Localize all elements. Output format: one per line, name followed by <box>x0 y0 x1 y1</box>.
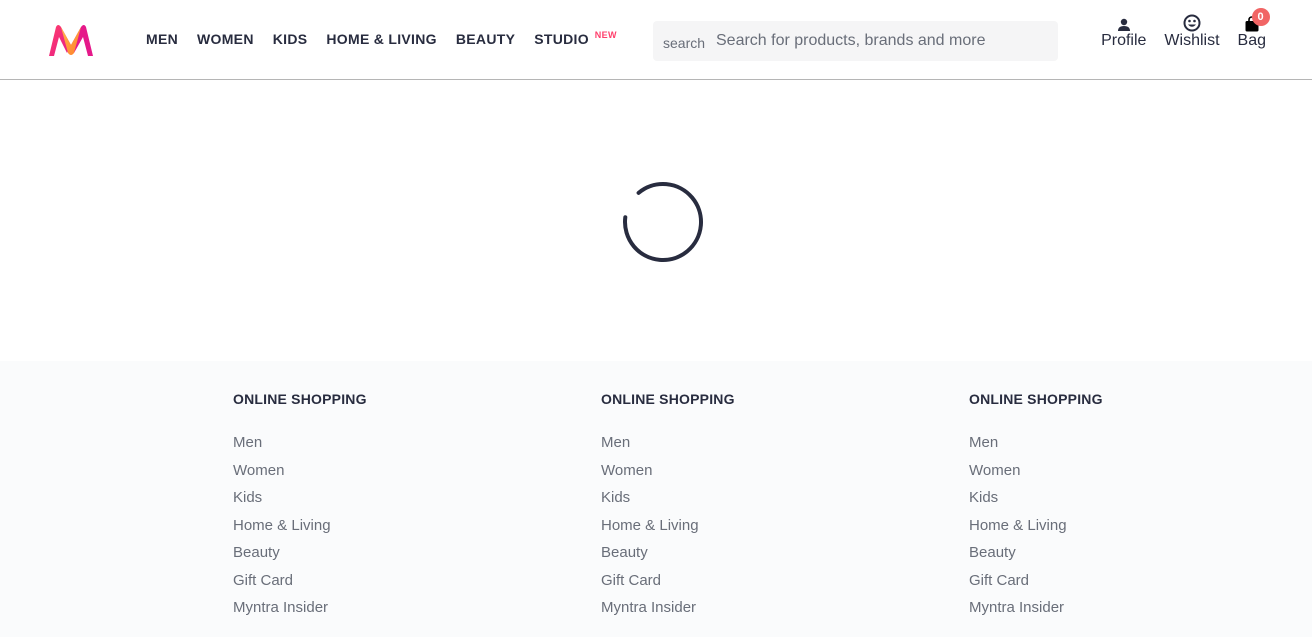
bag-button[interactable]: 0 Bag <box>1237 8 1270 50</box>
nav-men-label: MEN <box>146 31 179 47</box>
footer-link-kids[interactable]: Kids <box>233 489 367 517</box>
footer-link-list: Men Women Kids Home & Living Beauty Gift… <box>601 434 735 627</box>
footer-link-kids[interactable]: Kids <box>969 489 1103 517</box>
loading-spinner-icon <box>623 182 703 262</box>
bag-count-badge: 0 <box>1251 8 1270 26</box>
footer-link-men[interactable]: Men <box>233 434 367 462</box>
new-badge: NEW <box>594 30 617 40</box>
nav-men[interactable]: MEN <box>146 0 178 80</box>
footer-link-women[interactable]: Women <box>601 462 735 490</box>
footer-link-gift-card[interactable]: Gift Card <box>601 572 735 600</box>
footer-link-myntra-insider[interactable]: Myntra Insider <box>969 599 1103 627</box>
footer-link-gift-card[interactable]: Gift Card <box>969 572 1103 600</box>
footer-column-title: ONLINE SHOPPING <box>969 391 1103 407</box>
footer-link-women[interactable]: Women <box>233 462 367 490</box>
search-icon[interactable]: search <box>663 35 715 51</box>
footer-link-home-living[interactable]: Home & Living <box>233 517 367 545</box>
wishlist-button[interactable]: Wishlist <box>1164 10 1220 50</box>
footer-link-list: Men Women Kids Home & Living Beauty Gift… <box>233 434 367 627</box>
nav-studio[interactable]: STUDIO NEW <box>534 0 616 80</box>
nav-kids-label: KIDS <box>272 31 308 47</box>
footer-link-myntra-insider[interactable]: Myntra Insider <box>601 599 735 627</box>
footer-link-list: Men Women Kids Home & Living Beauty Gift… <box>969 434 1103 627</box>
site-header: MEN WOMEN KIDS HOME & LIVING BEAUTY STUD… <box>0 0 1312 80</box>
footer-link-beauty[interactable]: Beauty <box>601 544 735 572</box>
nav-studio-label: STUDIO <box>534 31 589 47</box>
footer-column: ONLINE SHOPPING Men Women Kids Home & Li… <box>233 391 367 627</box>
search-bar[interactable]: search <box>653 21 1058 61</box>
footer-link-men[interactable]: Men <box>601 434 735 462</box>
footer-column: ONLINE SHOPPING Men Women Kids Home & Li… <box>969 391 1103 627</box>
nav-beauty[interactable]: BEAUTY <box>456 0 515 80</box>
footer-link-gift-card[interactable]: Gift Card <box>233 572 367 600</box>
footer-column-title: ONLINE SHOPPING <box>233 391 367 407</box>
footer-link-women[interactable]: Women <box>969 462 1103 490</box>
bag-label: Bag <box>1237 32 1266 49</box>
footer-column: ONLINE SHOPPING Men Women Kids Home & Li… <box>601 391 735 627</box>
site-footer: ONLINE SHOPPING Men Women Kids Home & Li… <box>0 361 1312 637</box>
search-input[interactable] <box>716 32 1036 50</box>
profile-icon <box>1117 10 1131 32</box>
nav-home-living[interactable]: HOME & LIVING <box>326 0 436 80</box>
footer-link-beauty[interactable]: Beauty <box>233 544 367 572</box>
footer-link-men[interactable]: Men <box>969 434 1103 462</box>
footer-link-home-living[interactable]: Home & Living <box>601 517 735 545</box>
footer-link-beauty[interactable]: Beauty <box>969 544 1103 572</box>
nav-beauty-label: BEAUTY <box>455 31 516 47</box>
myntra-logo[interactable] <box>46 23 96 59</box>
profile-label: Profile <box>1101 32 1147 49</box>
footer-column-title: ONLINE SHOPPING <box>601 391 735 407</box>
footer-link-home-living[interactable]: Home & Living <box>969 517 1103 545</box>
nav-home-living-label: HOME & LIVING <box>326 31 437 47</box>
header-actions: Profile Wishlist 0 Bag <box>1083 8 1270 50</box>
nav-women-label: WOMEN <box>197 31 254 47</box>
footer-link-myntra-insider[interactable]: Myntra Insider <box>233 599 367 627</box>
wishlist-label: Wishlist <box>1164 32 1220 49</box>
profile-button[interactable]: Profile <box>1101 10 1146 50</box>
wishlist-icon <box>1183 10 1201 32</box>
nav-kids[interactable]: KIDS <box>273 0 308 80</box>
footer-link-kids[interactable]: Kids <box>601 489 735 517</box>
main-nav: MEN WOMEN KIDS HOME & LIVING BEAUTY STUD… <box>146 0 617 80</box>
nav-women[interactable]: WOMEN <box>197 0 254 80</box>
